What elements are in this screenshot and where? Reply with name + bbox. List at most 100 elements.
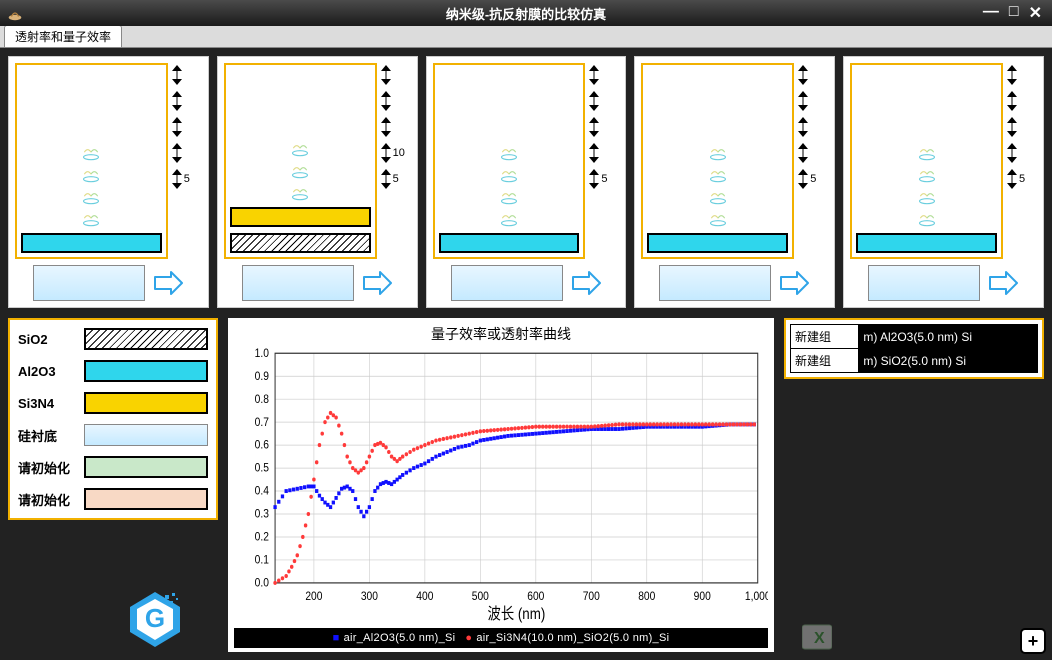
thickness-spinner[interactable] <box>172 143 202 163</box>
thickness-value: 5 <box>810 173 828 185</box>
layer-column[interactable] <box>850 63 1003 259</box>
empty-layer-slot[interactable] <box>856 167 997 183</box>
svg-text:700: 700 <box>583 590 600 603</box>
empty-layer-slot[interactable] <box>856 145 997 161</box>
thickness-spinner[interactable] <box>381 91 411 111</box>
thickness-spinner[interactable] <box>172 91 202 111</box>
empty-layer-slot[interactable] <box>21 145 162 161</box>
layer-slab-al2o3[interactable] <box>439 233 580 253</box>
run-arrow-button[interactable] <box>151 268 185 298</box>
substrate-slab[interactable] <box>451 265 563 301</box>
thickness-spinner[interactable] <box>381 65 411 85</box>
legend-swatch-g1[interactable] <box>84 456 208 478</box>
substrate-slab[interactable] <box>33 265 145 301</box>
thickness-spinner[interactable] <box>1007 143 1037 163</box>
layer-column[interactable] <box>15 63 168 259</box>
empty-layer-slot[interactable] <box>439 189 580 205</box>
series-legend-item: ●air_Si3N4(10.0 nm)_SiO2(5.0 nm)_Si <box>465 632 669 644</box>
chart-body[interactable]: 2003004005006007008009001,0000.00.10.20.… <box>234 346 768 624</box>
thickness-spinner[interactable] <box>381 117 411 137</box>
svg-text:0.2: 0.2 <box>255 531 269 544</box>
run-arrow-button[interactable] <box>986 268 1020 298</box>
empty-layer-slot[interactable] <box>21 189 162 205</box>
svg-text:X: X <box>814 630 825 647</box>
empty-layer-slot[interactable] <box>647 189 788 205</box>
empty-layer-slot[interactable] <box>230 141 371 157</box>
thickness-spinner[interactable] <box>1007 117 1037 137</box>
add-button[interactable]: + <box>1020 628 1046 654</box>
svg-text:0.4: 0.4 <box>255 485 269 498</box>
empty-layer-slot[interactable] <box>439 167 580 183</box>
empty-layer-slot[interactable] <box>439 211 580 227</box>
app-logo: G <box>120 587 190 650</box>
plus-icon: + <box>1028 631 1039 652</box>
legend-row: 请初始化 <box>18 488 208 510</box>
chart-pane: 量子效率或透射率曲线 2003004005006007008009001,000… <box>228 318 774 652</box>
layer-column[interactable] <box>641 63 794 259</box>
empty-layer-slot[interactable] <box>230 163 371 179</box>
substrate-slab[interactable] <box>242 265 354 301</box>
thickness-spinner[interactable]: 5 <box>798 169 828 189</box>
legend-swatch-al2o3[interactable] <box>84 360 208 382</box>
thickness-spinner[interactable]: 5 <box>1007 169 1037 189</box>
legend-row: 硅衬底 <box>18 424 208 446</box>
legend-row: Al2O3 <box>18 360 208 382</box>
run-arrow-button[interactable] <box>777 268 811 298</box>
empty-layer-slot[interactable] <box>647 145 788 161</box>
thickness-spinner[interactable] <box>172 117 202 137</box>
tab-transmittance[interactable]: 透射率和量子效率 <box>4 25 122 47</box>
thickness-spinner[interactable] <box>798 143 828 163</box>
svg-text:0.9: 0.9 <box>255 370 269 383</box>
substrate-slab[interactable] <box>659 265 771 301</box>
thickness-spinner[interactable]: 5 <box>172 169 202 189</box>
thickness-spinner[interactable] <box>589 117 619 137</box>
close-button[interactable]: ✕ <box>1025 3 1046 23</box>
group-row[interactable]: 新建组m) SiO2(5.0 nm) Si <box>791 349 1038 373</box>
empty-layer-slot[interactable] <box>647 167 788 183</box>
title-bar: 纳米级-抗反射膜的比较仿真 — □ ✕ <box>0 0 1052 26</box>
svg-text:0.3: 0.3 <box>255 508 269 521</box>
legend-swatch-si3n4[interactable] <box>84 392 208 414</box>
layer-slab-al2o3[interactable] <box>647 233 788 253</box>
thickness-spinner[interactable]: 5 <box>589 169 619 189</box>
thickness-spinner[interactable] <box>798 91 828 111</box>
thickness-spinner[interactable]: 10 <box>381 143 411 163</box>
layer-slab-si3n4[interactable] <box>230 207 371 227</box>
substrate-slab[interactable] <box>868 265 980 301</box>
empty-layer-slot[interactable] <box>439 145 580 161</box>
empty-layer-slot[interactable] <box>647 211 788 227</box>
thickness-spinner[interactable] <box>1007 91 1037 111</box>
thickness-spinner[interactable] <box>798 65 828 85</box>
thickness-spinner[interactable] <box>798 117 828 137</box>
run-arrow-button[interactable] <box>360 268 394 298</box>
legend-swatch-substrate[interactable] <box>84 424 208 446</box>
legend-label: Al2O3 <box>18 364 74 379</box>
minimize-button[interactable]: — <box>979 3 1003 23</box>
legend-swatch-g2[interactable] <box>84 488 208 510</box>
layer-slab-al2o3[interactable] <box>21 233 162 253</box>
maximize-button[interactable]: □ <box>1005 3 1023 23</box>
thickness-spinner[interactable] <box>589 65 619 85</box>
legend-swatch-sio2[interactable] <box>84 328 208 350</box>
empty-layer-slot[interactable] <box>21 211 162 227</box>
run-arrow-button[interactable] <box>569 268 603 298</box>
thickness-spinner[interactable] <box>1007 65 1037 85</box>
thickness-spinner[interactable] <box>589 91 619 111</box>
group-row[interactable]: 新建组m) Al2O3(5.0 nm) Si <box>791 325 1038 349</box>
empty-layer-slot[interactable] <box>230 185 371 201</box>
thickness-value: 5 <box>601 173 619 185</box>
layer-slab-sio2[interactable] <box>230 233 371 253</box>
layer-column[interactable] <box>433 63 586 259</box>
thickness-spinner[interactable]: 5 <box>381 169 411 189</box>
empty-layer-slot[interactable] <box>21 167 162 183</box>
legend-label: 请初始化 <box>18 490 74 509</box>
empty-layer-slot[interactable] <box>856 211 997 227</box>
empty-layer-slot[interactable] <box>856 189 997 205</box>
thickness-spinner[interactable] <box>589 143 619 163</box>
stack-panel: 5 <box>426 56 627 308</box>
layer-slab-al2o3[interactable] <box>856 233 997 253</box>
stack-panel: 5 <box>8 56 209 308</box>
svg-text:900: 900 <box>694 590 711 603</box>
thickness-spinner[interactable] <box>172 65 202 85</box>
layer-column[interactable] <box>224 63 377 259</box>
